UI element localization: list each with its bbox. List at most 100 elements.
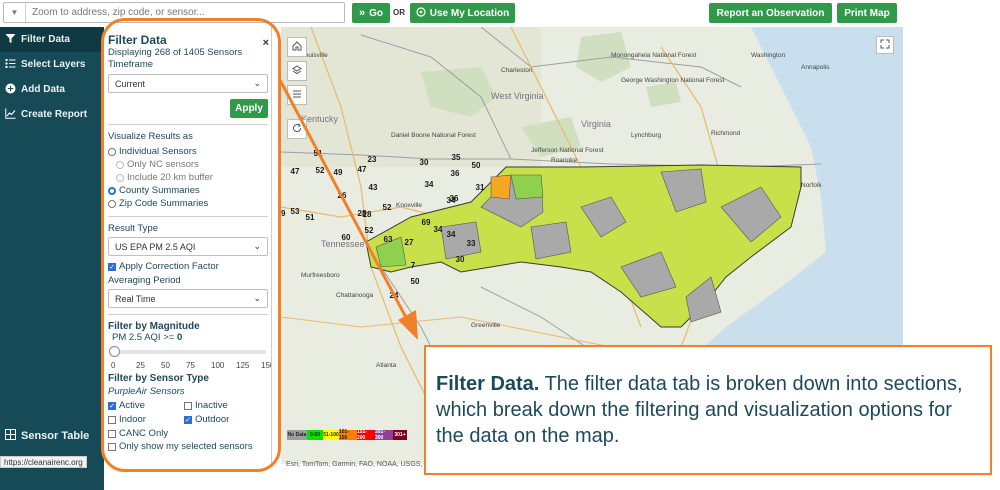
status-url: https://cleanairenc.org [0,456,87,468]
radio-button[interactable] [116,160,124,169]
radio-only-nc[interactable]: Only NC sensors [108,158,267,171]
magnitude-heading: Filter by Magnitude [108,321,200,332]
plus-circle-icon [5,83,16,97]
nav-bottom: Sensor Table [0,423,104,448]
correction-factor-checkbox[interactable]: ✓ Apply Correction Factor [108,260,267,273]
go-button[interactable]: » Go [352,3,390,23]
checkbox-label: Indoor [119,414,146,425]
place-label: Annapolis [801,64,830,71]
report-observation-button[interactable]: Report an Observation [709,3,832,23]
radio-button[interactable] [108,147,116,156]
apply-button[interactable]: Apply [230,99,268,118]
visualize-label: Visualize Results as [108,131,193,142]
county-green [510,174,544,200]
search-box: ▼ [3,2,345,23]
slider-tick-label: 100 [211,361,225,370]
place-label: Norfolk [801,182,822,189]
indoor-checkbox[interactable]: Indoor [108,413,184,426]
slider-tick-label: 75 [186,361,195,370]
radio-button-selected[interactable] [108,186,116,195]
radio-county-summaries[interactable]: County Summaries [108,184,267,197]
nav-item-add-data[interactable]: Add Data [0,77,104,102]
averaging-select[interactable]: Real Time ⌄ [108,289,268,308]
result-type-select[interactable]: US EPA PM 2.5 AQI ⌄ [108,237,268,256]
checkbox-checked[interactable]: ✓ [184,415,192,424]
radio-include-buffer[interactable]: Include 20 km buffer [108,171,267,184]
location-target-icon [416,6,426,20]
county-no-data [530,221,572,260]
nav-item-sensor-table[interactable]: Sensor Table [0,423,104,448]
legend-swatch: 201-300 [375,429,393,441]
place-label: Jefferson National Forest [531,147,604,154]
radio-zip-summaries[interactable]: Zip Code Summaries [108,197,267,210]
sensor-type-options: ✓ Active Inactive Indoor ✓ Outdoor CANC On… [108,399,267,440]
legend-swatch: 301+ [393,430,407,440]
slider-tick-label: 0 [111,361,116,370]
checkbox-checked[interactable]: ✓ [108,262,116,271]
home-button[interactable] [287,37,307,57]
checkbox-label: Inactive [195,400,228,411]
close-icon[interactable]: × [263,37,269,49]
slider-tick-label: 25 [136,361,145,370]
nav-item-filter-data[interactable]: Filter Data [0,27,104,52]
county-value-label: 35 [452,153,461,162]
radio-individual-sensors[interactable]: Individual Sensors [108,145,267,158]
result-type-label: Result Type [108,223,158,234]
go-button-label: Go [369,7,383,19]
slider-handle[interactable] [109,346,120,357]
filter-panel: × Filter Data Displaying 268 of 1405 Sen… [104,27,272,464]
app-root: ▼ » Go OR Use My Location Report an Obse… [0,0,1000,490]
magnitude-slider[interactable] [109,346,266,357]
radio-button[interactable] [108,199,116,208]
timeframe-label: Timeframe [108,59,154,70]
outdoor-checkbox[interactable]: ✓ Outdoor [184,413,264,426]
checkbox[interactable] [108,429,116,438]
place-label: Lynchburg [631,132,661,139]
legend-swatch: 101-150 [339,429,357,441]
fullscreen-button[interactable] [876,36,894,54]
use-location-label: Use My Location [429,7,510,19]
county-value-label: 36 [451,169,460,178]
forest-area [646,82,681,107]
checkbox-checked[interactable]: ✓ [108,401,116,410]
nav-item-select-layers[interactable]: Select Layers [0,52,104,77]
filter-funnel-icon [5,33,16,47]
nav-item-create-report[interactable]: Create Report [0,102,104,127]
sensor-count-text: Displaying 268 of 1405 Sensors [108,47,243,58]
line-chart-icon [5,108,16,122]
place-label: Monongahela National Forest [611,52,696,59]
county-value-label: 34 [447,230,456,239]
county-value-label: 33 [467,239,476,248]
legend-swatch: 0-50 [307,430,323,440]
layers-list-icon [5,58,16,72]
result-type-value: US EPA PM 2.5 AQI [115,241,196,252]
radio-label: Include 20 km buffer [127,172,213,183]
checkbox-label: Active [119,400,145,411]
map-attribution: Esri, TomTom, Garmin, FAO, NOAA, USGS, E… [286,461,438,468]
use-location-button[interactable]: Use My Location [410,3,515,23]
search-dropdown-icon[interactable]: ▼ [4,3,26,22]
canc-only-checkbox[interactable]: CANC Only [108,427,184,440]
radio-button[interactable] [116,173,124,182]
checkbox[interactable] [108,415,116,424]
slider-tick-label: 50 [161,361,170,370]
county-value-label: 30 [456,255,465,264]
nav-item-label: Filter Data [21,34,70,45]
radio-label: County Summaries [119,185,200,196]
home-icon [292,40,302,54]
checkbox[interactable] [108,442,116,451]
inactive-checkbox[interactable]: Inactive [184,399,264,412]
checkbox-label: Outdoor [195,414,230,425]
or-separator: OR [393,8,405,17]
double-chevron-right-icon: » [358,7,366,19]
only-show-selected-checkbox[interactable]: Only show my selected sensors [108,440,267,453]
place-label: Virginia [581,119,611,129]
chevron-down-icon: ⌄ [253,78,261,88]
timeframe-select[interactable]: Current ⌄ [108,74,268,93]
active-checkbox[interactable]: ✓ Active [108,399,184,412]
checkbox[interactable] [184,401,192,410]
print-map-button[interactable]: Print Map [837,3,897,23]
chevron-down-icon: ⌄ [253,293,261,303]
search-input[interactable] [26,3,344,22]
magnitude-text: PM 2.5 AQI >= [112,332,175,343]
